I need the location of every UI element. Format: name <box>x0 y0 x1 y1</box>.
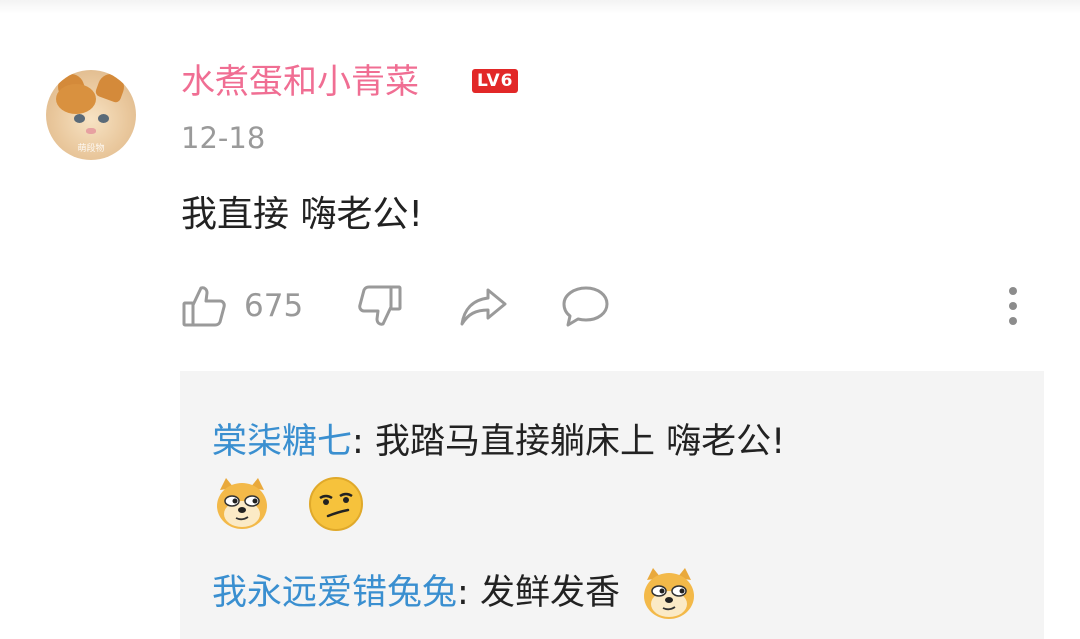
reply-separator: : <box>457 573 480 613</box>
like-button[interactable]: 675 <box>180 280 303 332</box>
share-button[interactable] <box>458 280 510 332</box>
share-icon <box>460 288 507 326</box>
doge-emoji <box>217 478 267 529</box>
comment-username[interactable]: 水煮蛋和小青菜 <box>181 60 419 104</box>
reply-item[interactable]: 棠柒糖七: 我踏马直接躺床上 嗨老公! <box>212 419 785 465</box>
avatar-watermark: 萌段物 <box>77 144 105 154</box>
smirk-emoji <box>309 477 364 531</box>
comment-page: 萌段物 水煮蛋和小青菜 LV6 12-18 我直接 嗨老公! 675 棠柒糖七:… <box>0 0 1080 639</box>
dislike-button[interactable] <box>356 280 404 332</box>
avatar-fur-patch <box>56 84 96 114</box>
reply-username[interactable]: 棠柒糖七 <box>212 422 352 462</box>
thumbs-up-icon <box>182 286 226 327</box>
reply-separator: : <box>352 422 375 462</box>
avatar[interactable]: 萌段物 <box>46 70 136 160</box>
avatar-eye <box>74 114 85 123</box>
reply-username[interactable]: 我永远爱错兔兔 <box>212 573 457 613</box>
comment-icon <box>562 286 609 327</box>
reply-item[interactable]: 我永远爱错兔兔: 发鲜发香 <box>212 566 699 622</box>
thumbs-down-icon <box>358 285 402 326</box>
level-badge: LV6 <box>472 69 519 93</box>
top-divider <box>0 0 1080 14</box>
doge-emoji <box>644 568 695 619</box>
avatar-nose <box>86 128 96 134</box>
reply-emoji-row <box>212 476 366 532</box>
comment-date: 12-18 <box>181 121 266 155</box>
like-count: 675 <box>244 288 304 324</box>
reply-text: 我踏马直接躺床上 嗨老公! <box>374 422 786 462</box>
more-vertical-icon <box>1009 287 1017 325</box>
comment-action-bar: 675 <box>0 280 1080 332</box>
more-options-button[interactable] <box>998 280 1028 332</box>
avatar-eye <box>98 114 109 123</box>
reply-button[interactable] <box>560 280 612 332</box>
avatar-ear <box>94 70 128 104</box>
comment-text: 我直接 嗨老公! <box>181 194 423 235</box>
reply-text: 发鲜发香 <box>479 573 620 613</box>
